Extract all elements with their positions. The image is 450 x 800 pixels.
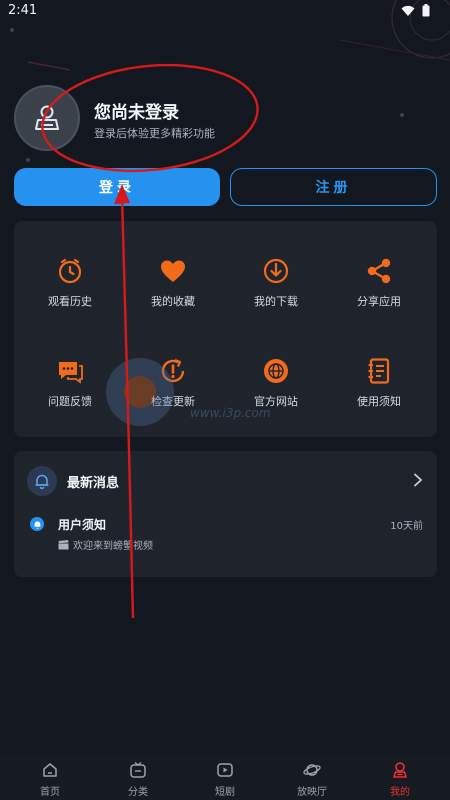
feedback-icon <box>59 362 83 384</box>
chevron-right-icon[interactable] <box>413 473 423 487</box>
nav-item-theater[interactable]: 放映厅 <box>267 761 357 799</box>
home-icon <box>43 763 57 777</box>
watermark-text: www.i3p.com <box>190 406 271 420</box>
nav-label: 短剧 <box>215 787 235 798</box>
news-card: 最新消息 用户须知 10天前 欢迎来到螃蟹视频 <box>14 451 437 577</box>
menu-item-label: 观看历史 <box>48 295 92 308</box>
tv-icon <box>130 761 146 778</box>
menu-item-label: 我的下载 <box>254 295 298 308</box>
clock-icon <box>58 258 82 284</box>
nav-item-category[interactable]: 分类 <box>93 761 183 799</box>
profile-subtitle: 登录后体验更多精彩功能 <box>94 127 215 140</box>
user-icon <box>393 762 407 778</box>
message-time: 10天前 <box>390 521 423 532</box>
battery-icon <box>422 4 430 17</box>
menu-item-share[interactable]: 分享应用 <box>329 257 429 317</box>
bell-icon <box>34 520 40 529</box>
login-button[interactable]: 登录 <box>14 168 220 206</box>
nav-label: 分类 <box>128 787 148 798</box>
menu-item-label: 分享应用 <box>357 295 401 308</box>
nav-item-mine[interactable]: 我的 <box>355 761 445 799</box>
clapperboard-icon <box>58 539 69 549</box>
message-bell-badge <box>30 517 44 531</box>
status-bar: 2:41 <box>0 0 450 22</box>
menu-item-history[interactable]: 观看历史 <box>20 257 120 317</box>
menu-item-favorites[interactable]: 我的收藏 <box>123 257 223 317</box>
watermark-logo-icon <box>106 358 174 426</box>
profile-name[interactable]: 您尚未登录 <box>94 98 179 123</box>
menu-item-label: 我的收藏 <box>151 295 195 308</box>
bottom-nav: 首页 分类 短剧 放映厅 我的 <box>0 755 450 800</box>
notebook-icon <box>368 358 390 384</box>
nav-item-short-drama[interactable]: 短剧 <box>180 761 270 799</box>
share-icon <box>367 258 391 284</box>
user-silhouette-icon <box>35 105 59 130</box>
nav-item-home[interactable]: 首页 <box>5 761 95 799</box>
planet-icon <box>303 764 321 776</box>
message-title[interactable]: 用户须知 <box>58 516 106 533</box>
message-body: 欢迎来到螃蟹视频 <box>58 537 153 552</box>
wifi-icon <box>401 5 415 16</box>
news-title[interactable]: 最新消息 <box>67 472 119 491</box>
news-bell-badge <box>27 466 57 496</box>
nav-label: 首页 <box>40 787 60 798</box>
avatar[interactable] <box>14 85 80 151</box>
nav-label: 我的 <box>390 787 410 798</box>
bell-icon <box>35 474 49 489</box>
watermark: www.i3p.com <box>100 352 350 432</box>
message-body-text: 欢迎来到螃蟹视频 <box>73 541 153 552</box>
short-drama-icon <box>217 763 233 777</box>
nav-label: 放映厅 <box>297 787 327 798</box>
menu-item-downloads[interactable]: 我的下载 <box>226 257 326 317</box>
register-button[interactable]: 注册 <box>230 168 437 206</box>
heart-icon <box>161 260 185 282</box>
status-time: 2:41 <box>8 3 38 18</box>
download-icon <box>263 258 289 284</box>
